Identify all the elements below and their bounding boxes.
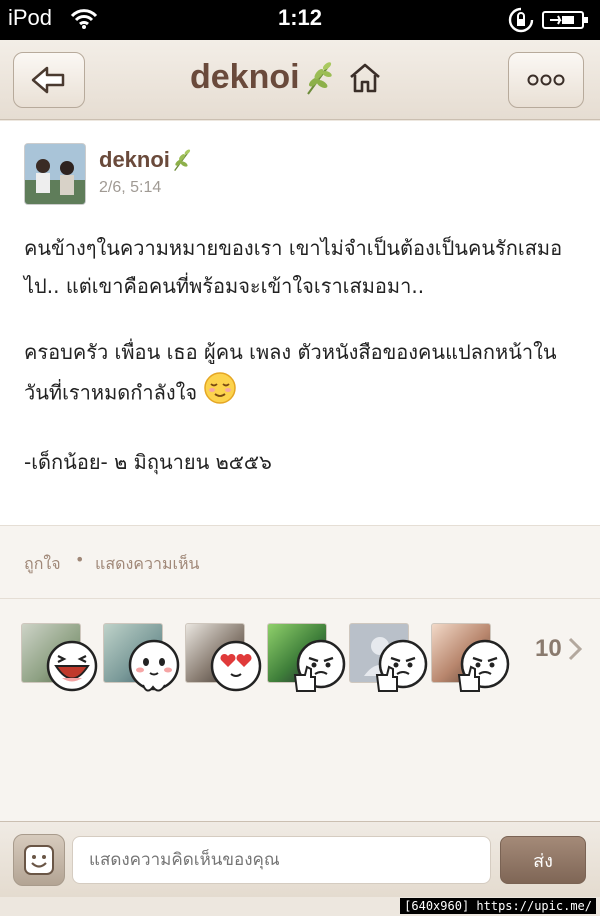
nav-title-group: deknoi (190, 58, 382, 97)
heart-eyes-face-icon (210, 640, 262, 692)
post-paragraph: ครอบครัว เพื่อน เธอ ผู้คน เพลง ตัวหนังสื… (24, 333, 579, 417)
relieved-face-icon (203, 371, 237, 417)
battery-icon (542, 10, 590, 34)
reaction-count-link[interactable]: 10 (535, 635, 582, 663)
nav-bar: deknoi (0, 40, 600, 120)
thumbs-up-face-icon (293, 639, 346, 692)
laughing-face-icon (46, 640, 98, 692)
app-screen: deknoi deknoi 2/6, 5:14 คนข้างๆในความหมา… (0, 40, 600, 916)
post-actions: ถูกใจ • แสดงความเห็น (0, 526, 600, 598)
author-name[interactable]: deknoi (99, 147, 170, 173)
like-button[interactable]: ถูกใจ (24, 552, 61, 577)
author-group: deknoi (99, 147, 194, 173)
post-text: คนข้างๆในความหมายของเรา เขาไม่จำเป็นต้อง… (24, 229, 579, 481)
page-title: deknoi (190, 58, 300, 96)
post-paragraph-text: ครอบครัว เพื่อน เธอ ผู้คน เพลง ตัวหนังสื… (24, 340, 557, 405)
more-options-button[interactable] (508, 52, 584, 108)
watermark-label: [640x960] https://upic.me/ (400, 898, 596, 914)
reactions-list: 10 (0, 599, 600, 821)
home-icon[interactable] (348, 62, 382, 94)
sticker-button[interactable] (13, 834, 65, 886)
leaf-icon (306, 61, 332, 95)
avatar[interactable] (24, 143, 86, 205)
thumbs-up-face-icon (375, 639, 428, 692)
post-card: deknoi 2/6, 5:14 คนข้างๆในความหมายของเรา… (0, 121, 600, 821)
comment-input[interactable] (72, 836, 491, 884)
action-separator: • (75, 550, 85, 569)
reactor-item[interactable] (349, 623, 429, 692)
smiley-icon (24, 845, 54, 875)
reactor-item[interactable] (103, 623, 183, 692)
post-timestamp: 2/6, 5:14 (99, 179, 162, 196)
status-bar: iPod 1:12 (0, 0, 600, 40)
chevron-right-icon (568, 637, 582, 661)
reactor-item[interactable] (21, 623, 101, 692)
post-paragraph: คนข้างๆในความหมายของเรา เขาไม่จำเป็นต้อง… (24, 236, 563, 298)
rotation-lock-icon (508, 7, 534, 37)
comment-bar: ส่ง (0, 821, 600, 897)
blushing-face-icon (128, 639, 180, 692)
send-button[interactable]: ส่ง (500, 836, 586, 884)
reactor-item[interactable] (185, 623, 265, 692)
reactor-item[interactable] (431, 623, 511, 692)
comment-button[interactable]: แสดงความเห็น (95, 552, 199, 577)
more-dots-icon (527, 74, 565, 86)
thumbs-up-face-icon (457, 639, 510, 692)
back-arrow-icon (31, 66, 65, 94)
leaf-icon (174, 149, 191, 172)
reaction-count: 10 (535, 635, 562, 662)
reactor-item[interactable] (267, 623, 347, 692)
post-paragraph: -เด็กน้อย- ๒ มิถุนายน ๒๕๕๖ (24, 450, 272, 474)
back-button[interactable] (13, 52, 85, 108)
